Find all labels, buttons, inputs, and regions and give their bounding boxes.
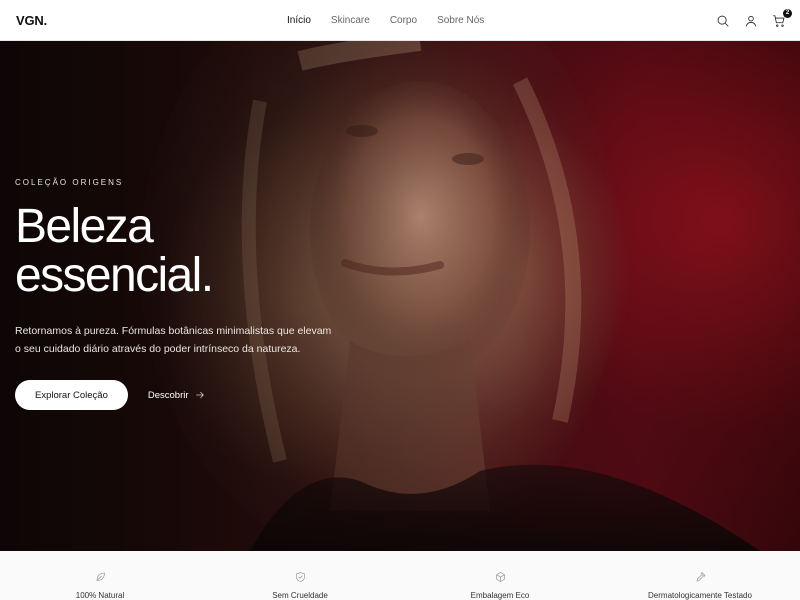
hero-content: COLEÇÃO ORIGENS Beleza essencial. Retorn… (15, 178, 355, 410)
cart-button[interactable]: 2 (770, 8, 792, 30)
feature-label: 100% Natural (75, 591, 125, 600)
feature-label: Dermatologicamente Testado (648, 591, 752, 600)
description-line-1: Retornamos à pureza. Fórmulas botânicas … (15, 325, 332, 337)
nav-link-inicio[interactable]: Início (287, 15, 311, 26)
nav-link-skincare[interactable]: Skincare (331, 15, 370, 26)
brand-logo[interactable]: VGN. (16, 13, 47, 28)
headline-line-2: essencial. (15, 249, 214, 302)
hero-banner: COLEÇÃO ORIGENS Beleza essencial. Retorn… (0, 41, 800, 551)
discover-link[interactable]: Descobrir (148, 390, 205, 401)
nav-link-corpo[interactable]: Corpo (390, 15, 417, 26)
explore-collection-button[interactable]: Explorar Coleção (15, 380, 128, 410)
feature-label: Sem Crueldade (272, 591, 328, 600)
discover-link-label: Descobrir (147, 389, 189, 401)
feature-cruelty-free: Sem Crueldade (200, 551, 400, 600)
main-nav: Início Skincare Corpo Sobre Nós (287, 0, 484, 41)
arrow-right-icon (195, 391, 204, 399)
description-line-2: o seu cuidado diário através do poder in… (15, 343, 301, 355)
dropper-icon (696, 572, 705, 582)
feature-eco-packaging: Embalagem Eco (400, 551, 600, 600)
hero-cta-row: Explorar Coleção Descobrir (15, 380, 355, 410)
headline-line-1: Beleza (15, 200, 154, 253)
account-button[interactable] (742, 12, 760, 30)
hero-description: Retornamos à pureza. Fórmulas botânicas … (15, 322, 345, 358)
box-icon (495, 572, 505, 582)
header-actions: 2 (714, 0, 792, 41)
hero-headline: Beleza essencial. (15, 202, 355, 300)
feature-natural: 100% Natural (0, 551, 200, 600)
search-icon (717, 15, 729, 27)
feature-dermatologically-tested: Dermatologicamente Testado (600, 551, 800, 600)
leaf-icon (96, 572, 105, 581)
cart-count-badge: 2 (783, 8, 792, 18)
nav-link-sobre-nos[interactable]: Sobre Nós (437, 15, 484, 26)
feature-label: Embalagem Eco (470, 591, 530, 600)
user-icon (745, 15, 757, 26)
collection-eyebrow: COLEÇÃO ORIGENS (15, 178, 124, 187)
search-button[interactable] (714, 12, 732, 30)
features-strip: 100% Natural Sem Crueldade Embalagem Eco… (0, 551, 800, 600)
site-header: VGN. Início Skincare Corpo Sobre Nós 2 (0, 0, 800, 41)
shield-check-icon (295, 572, 305, 582)
